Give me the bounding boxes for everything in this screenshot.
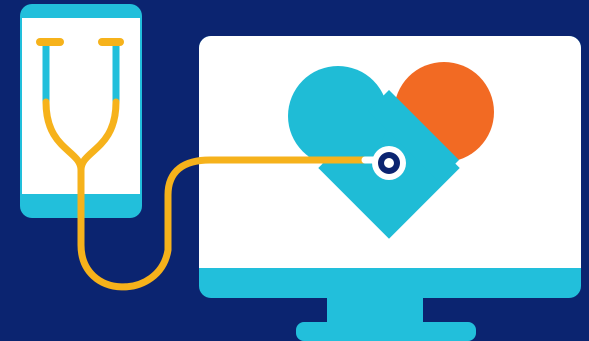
chestpiece-center (384, 158, 394, 168)
monitor-screen-bottom (199, 256, 581, 268)
monitor-stand-base (296, 322, 476, 341)
chestpiece-icon (372, 146, 406, 180)
illustration-canvas (0, 0, 589, 341)
telehealth-illustration (0, 0, 589, 341)
